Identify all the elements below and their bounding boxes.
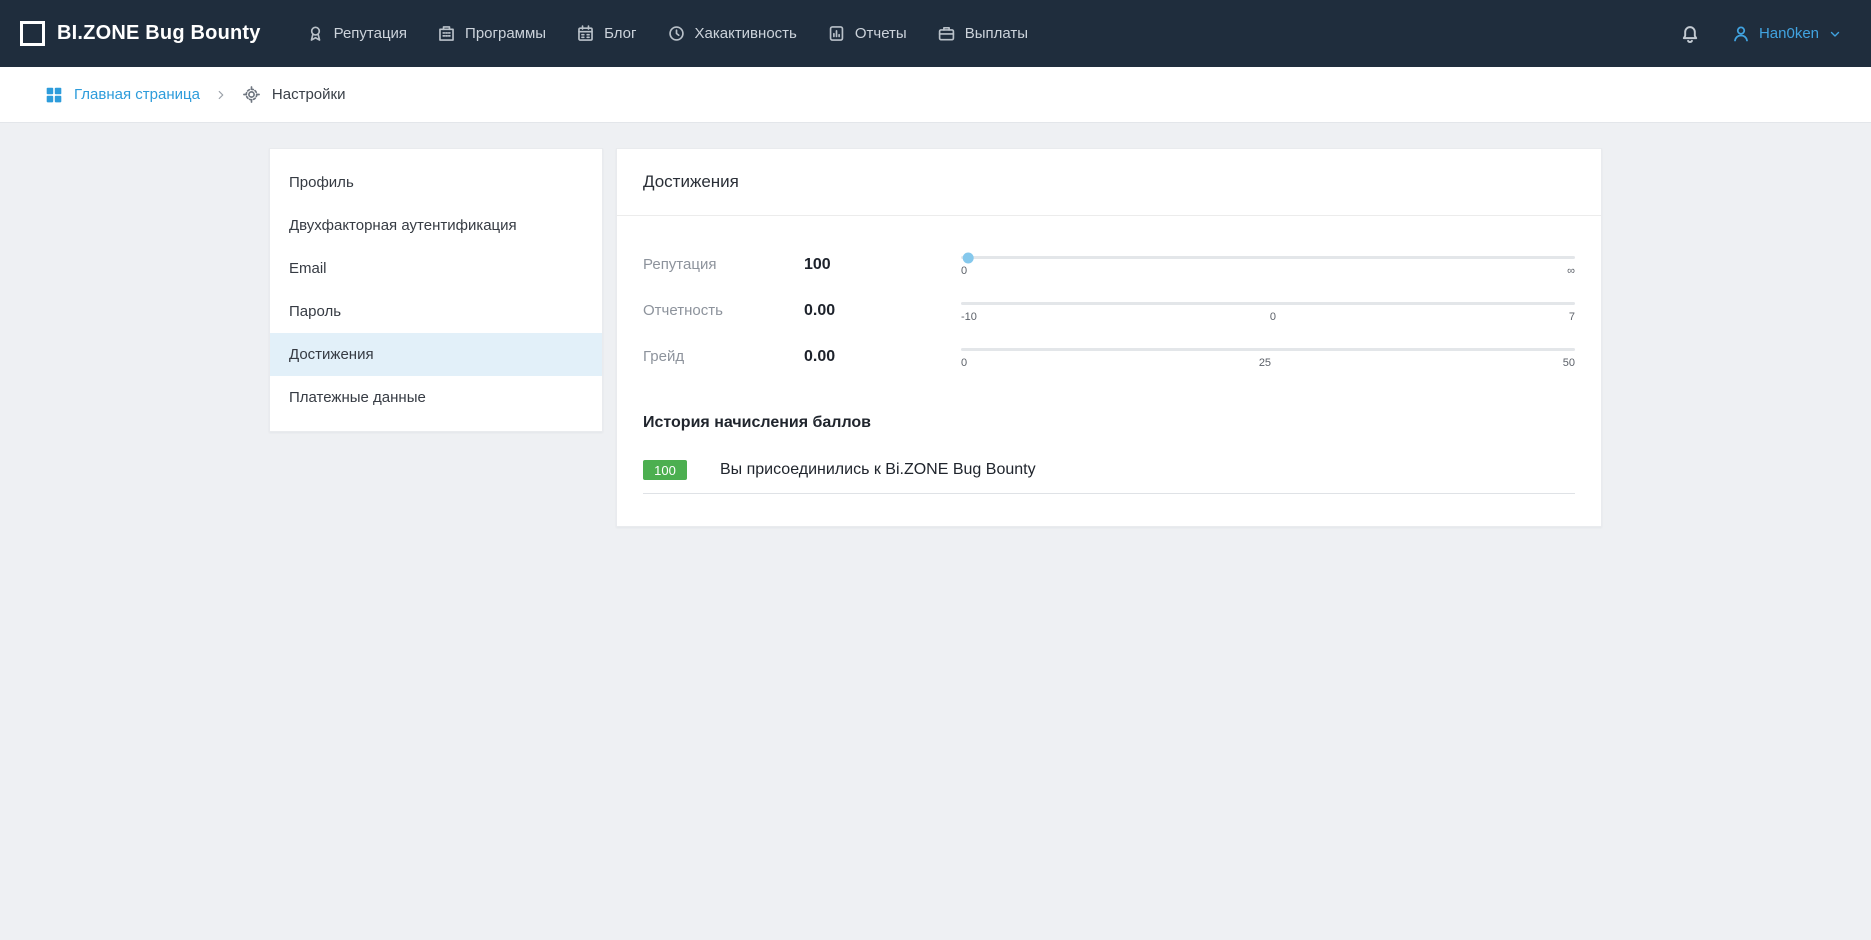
history-item: 100 Вы присоединились к Bi.ZONE Bug Bount… — [643, 460, 1575, 494]
metric-row-grade: Грейд0.000 25 50 — [643, 344, 1575, 369]
nav-item-label: Репутация — [334, 25, 407, 42]
history-list: 100 Вы присоединились к Bi.ZONE Bug Bount… — [643, 460, 1575, 494]
content-area: ПрофильДвухфакторная аутентификацияEmail… — [269, 148, 1602, 527]
sidebar-item-achievements[interactable]: Достижения — [270, 333, 602, 376]
slider-track — [961, 256, 1575, 259]
nav-item-payouts[interactable]: Выплаты — [924, 14, 1041, 53]
top-navbar: BI.ZONE Bug Bounty Репутация Программы Бло… — [0, 0, 1871, 67]
breadcrumb-home-link[interactable]: Главная страница — [45, 86, 200, 104]
panel-header: Достижения — [617, 149, 1601, 216]
metric-slider: -10 0 7 — [961, 298, 1575, 323]
reputation-icon — [306, 24, 325, 43]
breadcrumb-current-label: Настройки — [272, 86, 346, 103]
gear-icon — [242, 85, 261, 104]
breadcrumb: Главная страница Настройки — [0, 67, 1871, 123]
sidebar-item-email[interactable]: Email — [270, 247, 602, 290]
settings-sidebar: ПрофильДвухфакторная аутентификацияEmail… — [269, 148, 603, 432]
metric-slider: 0 25 50 — [961, 344, 1575, 369]
slider-track — [961, 348, 1575, 351]
metric-row-reputation: Репутация1000∞ — [643, 252, 1575, 277]
tick-label: 0 — [961, 265, 967, 277]
slider-handle[interactable] — [963, 252, 974, 263]
achievements-panel: Достижения Репутация1000∞Отчетность0.00-… — [616, 148, 1602, 527]
nav-item-blog[interactable]: Блог — [563, 14, 649, 53]
tick-label: -10 — [961, 311, 977, 323]
user-icon — [1731, 24, 1751, 44]
breadcrumb-current: Настройки — [242, 85, 346, 104]
metric-label: Репутация — [643, 256, 804, 273]
history-section: История начисления баллов 100 Вы присоеди… — [617, 406, 1601, 526]
breadcrumb-home-label: Главная страница — [74, 86, 200, 103]
panel-title: Достижения — [643, 172, 1575, 192]
metrics-list: Репутация1000∞Отчетность0.00-1007Грейд0.… — [617, 216, 1601, 406]
tick-label: 7 — [1569, 311, 1575, 323]
sidebar-item-password[interactable]: Пароль — [270, 290, 602, 333]
metric-value: 0.00 — [804, 348, 961, 366]
tick-label: ∞ — [1567, 265, 1575, 277]
nav-item-label: Выплаты — [965, 25, 1028, 42]
hackactivity-icon — [667, 24, 686, 43]
nav-item-hackactivity[interactable]: Хакактивность — [654, 14, 810, 53]
tick-label: 0 — [961, 357, 967, 369]
sidebar-item-payment-details[interactable]: Платежные данные — [270, 376, 602, 419]
history-text: Вы присоединились к Bi.ZONE Bug Bounty — [720, 461, 1036, 479]
sidebar-item-two-factor[interactable]: Двухфакторная аутентификация — [270, 204, 602, 247]
metric-label: Грейд — [643, 348, 804, 365]
nav-item-label: Программы — [465, 25, 546, 42]
home-grid-icon — [45, 86, 63, 104]
nav-item-reports[interactable]: Отчеты — [814, 14, 920, 53]
chevron-right-icon — [214, 88, 228, 102]
nav-item-label: Блог — [604, 25, 636, 42]
payouts-icon — [937, 24, 956, 43]
tick-label: 0 — [1270, 311, 1276, 323]
nav-item-label: Отчеты — [855, 25, 907, 42]
nav-item-label: Хакактивность — [695, 25, 797, 42]
history-title: История начисления баллов — [643, 414, 1575, 432]
slider-ticks: -10 0 7 — [961, 311, 1575, 323]
username: Han0ken — [1759, 25, 1819, 42]
slider-track — [961, 302, 1575, 305]
sidebar-item-profile[interactable]: Профиль — [270, 161, 602, 204]
bizone-logo-icon — [20, 21, 45, 46]
slider-ticks: 0 25 50 — [961, 357, 1575, 369]
blog-icon — [576, 24, 595, 43]
metric-slider: 0∞ — [961, 252, 1575, 277]
metric-label: Отчетность — [643, 302, 804, 319]
tick-label: 50 — [1563, 357, 1575, 369]
slider-ticks: 0∞ — [961, 265, 1575, 277]
metric-value: 100 — [804, 256, 961, 274]
brand[interactable]: BI.ZONE Bug Bounty — [20, 21, 261, 46]
nav-item-programs[interactable]: Программы — [424, 14, 559, 53]
reports-icon — [827, 24, 846, 43]
nav-item-reputation[interactable]: Репутация — [293, 14, 420, 53]
tick-label: 25 — [1259, 357, 1271, 369]
navbar-right: Han0ken — [1679, 23, 1843, 45]
metric-value: 0.00 — [804, 302, 961, 320]
metric-row-reporting: Отчетность0.00-10 0 7 — [643, 298, 1575, 323]
points-badge: 100 — [643, 460, 687, 480]
notifications-bell-icon[interactable] — [1679, 23, 1701, 45]
main-nav: Репутация Программы Блог Хакактивность Отчет… — [293, 14, 1679, 53]
programs-icon — [437, 24, 456, 43]
brand-text: BI.ZONE Bug Bounty — [57, 22, 261, 45]
chevron-down-icon — [1827, 26, 1843, 42]
user-menu[interactable]: Han0ken — [1731, 24, 1843, 44]
